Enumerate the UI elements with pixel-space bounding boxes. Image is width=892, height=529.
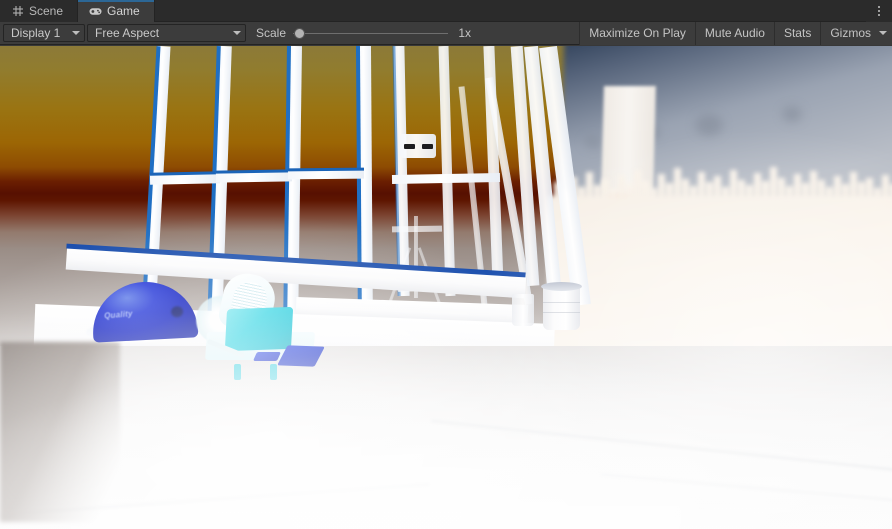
mute-audio-label: Mute Audio [704, 26, 765, 40]
game-view-toolbar: Display 1 Free Aspect Scale 1x Maximize … [0, 21, 892, 45]
hard-hat-label: Quality [103, 309, 134, 321]
mute-audio-button[interactable]: Mute Audio [694, 21, 774, 45]
chop-saw-foot [270, 364, 277, 380]
game-view-render-area[interactable]: Quality [0, 46, 892, 529]
aspect-ratio-dropdown[interactable]: Free Aspect [87, 24, 246, 42]
display-dropdown[interactable]: Display 1 [3, 24, 85, 42]
concrete-floor [0, 346, 892, 529]
gamepad-icon [89, 5, 102, 18]
scale-slider-thumb[interactable] [294, 27, 306, 39]
scale-slider[interactable] [293, 26, 449, 40]
kebab-menu-icon[interactable] [866, 0, 892, 22]
maximize-on-play-button[interactable]: Maximize On Play [579, 21, 695, 45]
tab-bar-spacer [154, 0, 866, 21]
chevron-down-icon [233, 31, 241, 35]
scale-slider-track [293, 32, 449, 34]
tab-game-label: Game [107, 4, 140, 18]
wall-shadow [0, 342, 120, 522]
scale-control: Scale 1x [256, 26, 471, 40]
maximize-on-play-label: Maximize On Play [589, 26, 686, 40]
tab-game[interactable]: Game [78, 0, 155, 22]
bracket-slot [404, 144, 415, 149]
white-bucket[interactable] [543, 286, 580, 330]
display-dropdown-value: Display 1 [11, 26, 61, 40]
tab-scene[interactable]: Scene [0, 0, 79, 22]
white-bucket-rim [541, 282, 582, 291]
blue-offcut-lumber-small[interactable] [252, 352, 282, 361]
tab-scene-label: Scene [29, 4, 64, 18]
stats-label: Stats [783, 26, 812, 40]
unity-game-view-window: Scene Game Display 1 Free Aspect Scale 1… [0, 0, 892, 529]
scale-label: Scale [256, 26, 287, 40]
chop-saw-foot [234, 364, 241, 380]
panel-tab-bar: Scene Game [0, 0, 892, 22]
chevron-down-icon [72, 31, 80, 35]
chevron-down-icon[interactable] [879, 31, 887, 35]
stats-button[interactable]: Stats [773, 21, 821, 45]
aspect-ratio-value: Free Aspect [95, 26, 160, 40]
chop-saw-body[interactable] [224, 306, 294, 352]
gizmos-label: Gizmos [830, 26, 871, 40]
gizmos-button[interactable]: Gizmos [820, 21, 892, 45]
framing-rail [391, 173, 501, 184]
bucket-ridge [543, 302, 580, 303]
small-jar [512, 294, 534, 326]
bracket-slot [422, 144, 433, 149]
bucket-ridge [543, 312, 580, 313]
scale-value: 1x [458, 26, 472, 40]
scene-grid-icon [11, 5, 24, 18]
hard-hat-vent [170, 305, 184, 318]
